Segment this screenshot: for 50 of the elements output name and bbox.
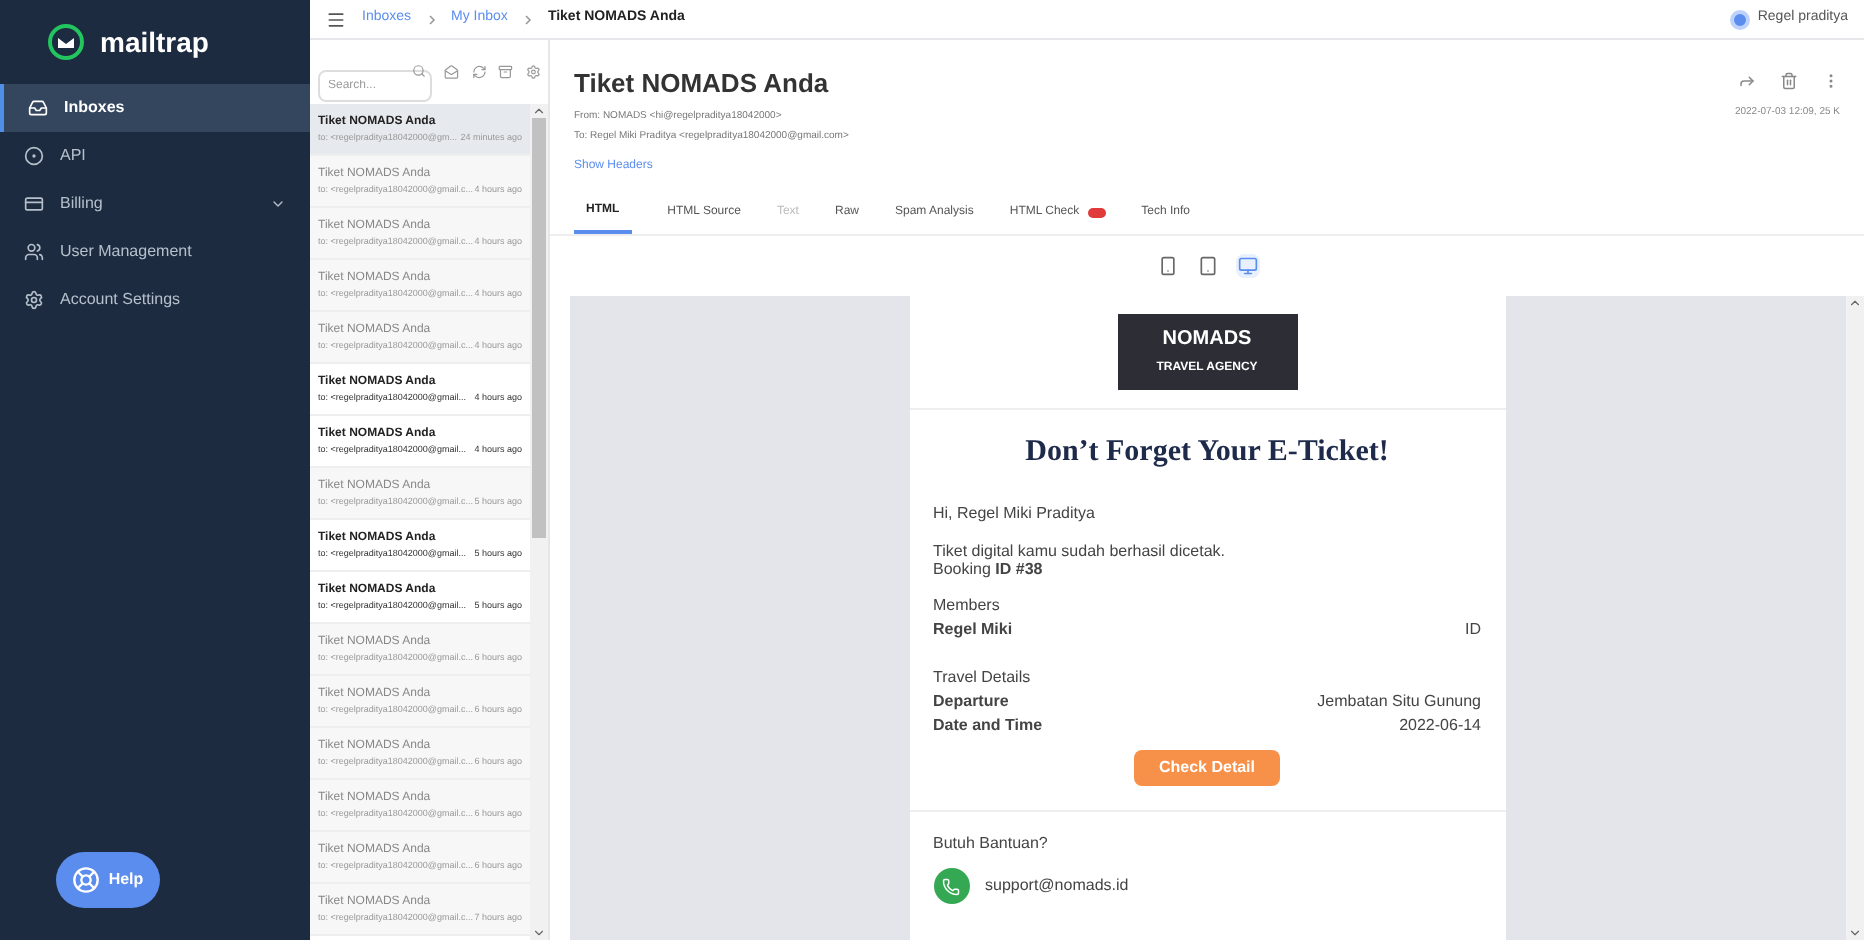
scroll-up-icon[interactable] [532, 104, 546, 118]
menu-icon[interactable] [326, 9, 346, 29]
sidebar-item[interactable]: Account Settings [0, 276, 310, 324]
booking-id: Booking ID #38 [933, 560, 1045, 578]
mobile-view-button[interactable] [1155, 253, 1179, 277]
help-text: Butuh Bantuan? [933, 832, 1050, 856]
scrollbar[interactable] [530, 104, 548, 940]
scroll-down-icon[interactable] [1848, 926, 1862, 940]
greeting: Hi, Regel Miki Praditya [933, 502, 1097, 526]
avatar-icon[interactable] [1729, 9, 1750, 29]
section-title: Travel Details [933, 666, 1033, 690]
email-heading: Don’t Forget Your E-Ticket! [1023, 433, 1391, 471]
card-icon [24, 194, 44, 214]
settings-icon [24, 290, 44, 310]
logo-icon [48, 24, 84, 60]
section-title: Members [933, 594, 1002, 618]
detail-label: Date and Time [933, 714, 1043, 738]
detail-value: Jembatan Situ Gunung [1317, 690, 1481, 714]
scrollbar[interactable] [1846, 295, 1864, 940]
sidebar-item[interactable]: User Management [0, 228, 310, 276]
scroll-down-icon[interactable] [532, 926, 546, 940]
settings-icon[interactable] [525, 64, 541, 80]
trash-icon[interactable] [1780, 72, 1798, 90]
refresh-icon[interactable] [471, 64, 487, 80]
support-email: support@nomads.id [985, 874, 1129, 898]
member-name: Regel Miki [933, 618, 1013, 642]
detail-value: 2022-06-14 [1399, 714, 1481, 738]
member-value: ID [1465, 618, 1481, 642]
circle-icon [24, 146, 44, 166]
phone-icon [933, 868, 969, 904]
chevron-icon [523, 13, 532, 25]
detail-label: Departure [933, 690, 1009, 714]
tablet-view-button[interactable] [1195, 253, 1219, 277]
lifebuoy-icon [72, 866, 101, 894]
search-icon [412, 64, 427, 78]
sidebar-item[interactable]: API [0, 132, 310, 180]
scroll-up-icon[interactable] [1848, 295, 1862, 309]
chevron-icon [427, 13, 436, 25]
sidebar-item[interactable]: Inboxes [0, 84, 310, 132]
box-icon[interactable] [498, 64, 514, 80]
email-subject: Tiket NOMADS Anda [574, 66, 831, 102]
logo-text: mailtrap [100, 23, 209, 62]
sidebar-item[interactable]: Billing [0, 180, 310, 228]
inbox-icon [28, 98, 48, 118]
forward-icon[interactable] [1738, 72, 1756, 90]
caret-icon [270, 196, 286, 212]
envelope-icon[interactable] [444, 64, 460, 80]
desktop-view-button[interactable] [1235, 253, 1259, 277]
users-icon [24, 242, 44, 262]
intro-text: Tiket digital kamu sudah berhasil dicetak. [933, 542, 1227, 560]
